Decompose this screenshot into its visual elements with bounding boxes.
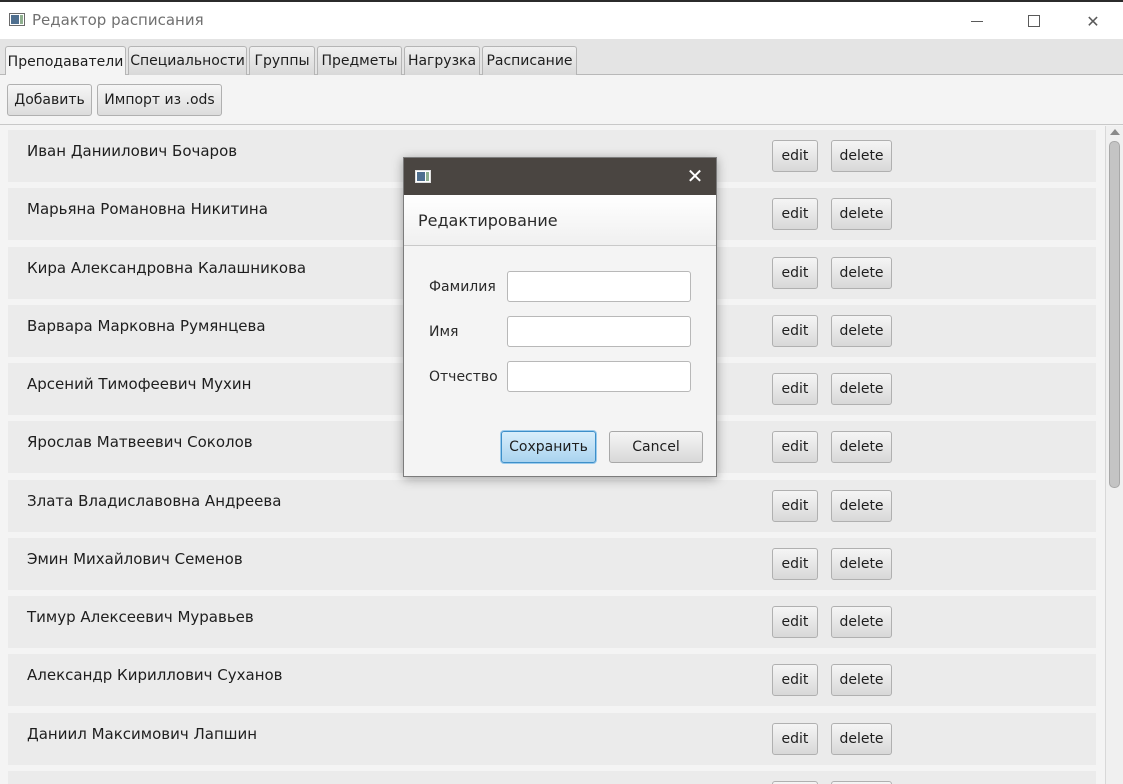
- edit-button[interactable]: edit: [772, 548, 818, 580]
- teacher-name: Тимур Алексеевич Муравьев: [27, 608, 254, 626]
- delete-button[interactable]: delete: [831, 431, 892, 463]
- delete-button[interactable]: delete: [831, 606, 892, 638]
- teacher-name: Злата Владиславовна Андреева: [27, 492, 282, 510]
- app-icon: [9, 13, 25, 26]
- last-name-label: Фамилия: [429, 279, 496, 295]
- save-button[interactable]: Сохранить: [501, 431, 596, 463]
- patronymic-label: Отчество: [429, 369, 498, 385]
- list-item: Александр Кириллович Суханов edit delete: [8, 654, 1096, 706]
- edit-button[interactable]: edit: [772, 664, 818, 696]
- tab-groups[interactable]: Группы: [249, 46, 315, 75]
- tab-workload[interactable]: Нагрузка: [404, 46, 480, 75]
- cancel-button[interactable]: Cancel: [609, 431, 703, 463]
- edit-button[interactable]: edit: [772, 606, 818, 638]
- delete-button[interactable]: delete: [831, 198, 892, 230]
- scroll-up-arrow-icon[interactable]: [1110, 129, 1120, 135]
- edit-dialog: ✕ Редактирование Фамилия Имя Отчество Со…: [403, 157, 717, 477]
- window-title: Редактор расписания: [32, 11, 204, 29]
- edit-button[interactable]: edit: [772, 723, 818, 755]
- teacher-name: Иван Даниилович Бочаров: [27, 142, 238, 160]
- edit-button[interactable]: edit: [772, 315, 818, 347]
- delete-button[interactable]: delete: [831, 257, 892, 289]
- dialog-header: Редактирование: [404, 195, 716, 246]
- edit-button[interactable]: edit: [772, 373, 818, 405]
- teacher-name: Варвара Марковна Румянцева: [27, 317, 266, 335]
- tab-bar: Преподаватели Специальности Группы Предм…: [0, 39, 1123, 76]
- delete-button[interactable]: delete: [831, 664, 892, 696]
- teacher-name: Александр Кириллович Суханов: [27, 666, 283, 684]
- tab-teachers[interactable]: Преподаватели: [5, 46, 126, 76]
- app-window: Редактор расписания ✕ Преподаватели Спец…: [0, 0, 1123, 784]
- list-item: Эмин Михайлович Семенов edit delete: [8, 538, 1096, 590]
- delete-button[interactable]: delete: [831, 723, 892, 755]
- delete-button[interactable]: delete: [831, 315, 892, 347]
- title-bar[interactable]: Редактор расписания ✕: [0, 2, 1123, 39]
- dialog-close-button[interactable]: ✕: [683, 164, 707, 188]
- dialog-title-bar[interactable]: ✕: [404, 158, 716, 195]
- patronymic-input[interactable]: [507, 361, 691, 392]
- add-button[interactable]: Добавить: [7, 84, 92, 116]
- delete-button[interactable]: delete: [831, 548, 892, 580]
- dialog-heading: Редактирование: [418, 211, 558, 230]
- list-scrollbar[interactable]: [1105, 126, 1123, 784]
- dialog-app-icon: [415, 170, 431, 183]
- edit-button[interactable]: edit: [772, 140, 818, 172]
- delete-button[interactable]: delete: [831, 140, 892, 172]
- minimize-icon: [971, 20, 983, 22]
- last-name-input[interactable]: [507, 271, 691, 302]
- close-icon: ✕: [686, 164, 704, 188]
- tab-subjects[interactable]: Предметы: [317, 46, 402, 75]
- first-name-input[interactable]: [507, 316, 691, 347]
- delete-button[interactable]: delete: [831, 490, 892, 522]
- teacher-name: Арсений Тимофеевич Мухин: [27, 375, 252, 393]
- teacher-name: Даниил Максимович Лапшин: [27, 725, 258, 743]
- teacher-name: Эмин Михайлович Семенов: [27, 550, 243, 568]
- list-item: edit delete: [8, 771, 1096, 784]
- import-ods-button[interactable]: Импорт из .ods: [97, 84, 222, 116]
- scroll-thumb[interactable]: [1109, 141, 1120, 488]
- edit-button[interactable]: edit: [772, 198, 818, 230]
- teacher-name: Марьяна Романовна Никитина: [27, 200, 268, 218]
- toolbar: Добавить Импорт из .ods: [0, 75, 1123, 125]
- edit-button[interactable]: edit: [772, 490, 818, 522]
- close-button[interactable]: ✕: [1070, 4, 1116, 38]
- close-icon: ✕: [1086, 11, 1100, 31]
- teacher-name: Кира Александровна Калашникова: [27, 259, 307, 277]
- minimize-button[interactable]: [954, 4, 1000, 38]
- edit-button[interactable]: edit: [772, 431, 818, 463]
- first-name-label: Имя: [429, 324, 459, 340]
- tab-schedule[interactable]: Расписание: [482, 46, 577, 75]
- maximize-icon: [1028, 15, 1040, 27]
- tab-specialties[interactable]: Специальности: [128, 46, 247, 75]
- list-item: Даниил Максимович Лапшин edit delete: [8, 713, 1096, 765]
- edit-button[interactable]: edit: [772, 257, 818, 289]
- maximize-button[interactable]: [1011, 4, 1057, 38]
- list-item: Тимур Алексеевич Муравьев edit delete: [8, 596, 1096, 648]
- delete-button[interactable]: delete: [831, 373, 892, 405]
- list-item: Злата Владиславовна Андреева edit delete: [8, 480, 1096, 532]
- teacher-name: Ярослав Матвеевич Соколов: [27, 433, 253, 451]
